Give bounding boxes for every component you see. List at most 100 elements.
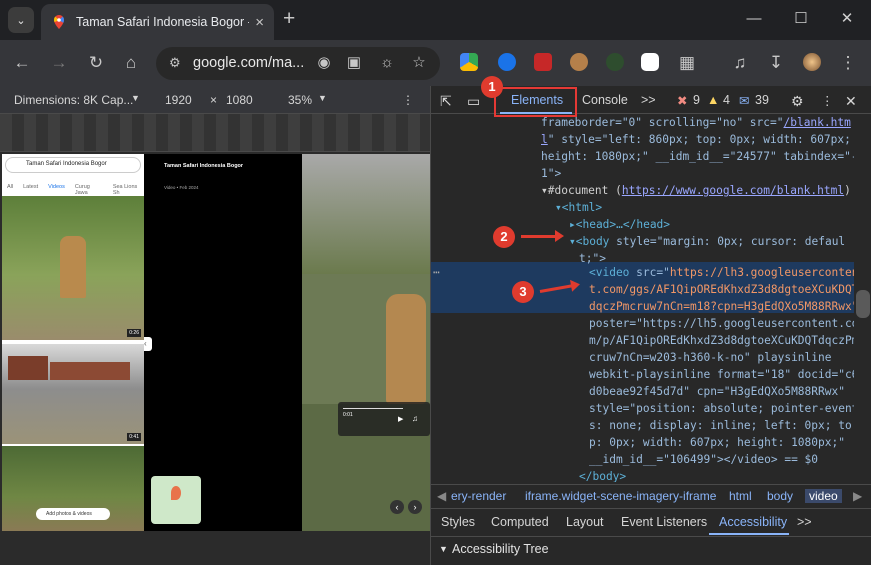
dimensions-select[interactable]: Dimensions: 8K Cap...	[14, 93, 133, 107]
new-tab-button[interactable]: +	[283, 8, 295, 30]
dom-line[interactable]: dqczPmcruw7nCn=m18?cpn=H3gEdQXo5M88RRwx"	[589, 298, 854, 315]
reload-icon[interactable]: ↻	[84, 51, 108, 75]
eye-off-icon[interactable]: ☼	[376, 53, 398, 73]
settings-gear-icon[interactable]: ⚙	[791, 93, 804, 110]
tab-console[interactable]: Console	[582, 93, 628, 107]
expand-triangle-icon[interactable]: ▼	[439, 544, 448, 554]
minimize-button[interactable]: —	[741, 8, 767, 30]
dom-line[interactable]: cruw7nCn=w203-h360-k-no" playsinline	[589, 349, 831, 366]
location-icon[interactable]: ◉	[313, 53, 335, 73]
dom-line[interactable]: " style="left: 860px; top: 0px; width: 6…	[548, 133, 851, 146]
video-controls[interactable]: 0:01 ▶ ♫	[338, 402, 430, 436]
accessibility-tree-header[interactable]: Accessibility Tree	[452, 542, 549, 556]
chip[interactable]: Latest	[23, 184, 38, 196]
extension-leaf-icon[interactable]	[606, 53, 624, 71]
dom-line[interactable]: webkit-playsinline format="18" docid="c6	[589, 366, 854, 383]
extension-mask-icon[interactable]	[641, 53, 659, 71]
breadcrumb-item[interactable]: video	[805, 489, 842, 503]
mini-map[interactable]	[151, 476, 201, 524]
extension-chrome-icon[interactable]	[498, 53, 516, 71]
install-app-icon[interactable]: ▣	[343, 53, 365, 73]
home-icon[interactable]: ⌂	[119, 51, 143, 75]
zoom-select[interactable]: 35%	[288, 93, 312, 107]
photo-thumbnail[interactable]: Add photos & videos	[2, 446, 144, 531]
photo-search-box[interactable]: Taman Safari Indonesia Bogor	[5, 157, 141, 173]
tab-styles[interactable]: Styles	[441, 515, 475, 529]
tab-computed[interactable]: Computed	[491, 515, 549, 529]
dom-link[interactable]: l	[541, 133, 548, 146]
breadcrumb-scroll-left-icon[interactable]: ◀	[437, 489, 446, 503]
dom-line[interactable]: s: none; display: inline; left: 0px; to	[589, 417, 852, 434]
breadcrumb-item[interactable]: iframe.widget-scene-imagery-iframe	[525, 489, 716, 503]
extensions-puzzle-icon[interactable]: ▦	[675, 51, 699, 75]
inspect-element-icon[interactable]: ⇱	[440, 93, 452, 110]
close-window-button[interactable]: ✕	[834, 8, 860, 30]
site-info-icon[interactable]: ⚙	[169, 54, 189, 72]
video-frame[interactable]: 0:01 ▶ ♫ ‹ ›	[302, 154, 430, 531]
extension-pdf-icon[interactable]	[534, 53, 552, 71]
next-arrow-icon[interactable]: ›	[408, 500, 422, 514]
error-count[interactable]: 9	[693, 93, 700, 107]
prev-arrow-icon[interactable]: ‹	[390, 500, 404, 514]
chip[interactable]: Sea Lions Sh	[113, 184, 144, 196]
tab-accessibility[interactable]: Accessibility	[719, 515, 787, 529]
warning-count[interactable]: 4	[723, 93, 730, 107]
more-options-icon[interactable]: ⋮	[402, 93, 414, 107]
tab-close-icon[interactable]: ×	[255, 14, 264, 31]
breadcrumb-item[interactable]: body	[767, 489, 793, 503]
address-bar[interactable]: ⚙ google.com/ma... ◉ ▣ ☼ ☆	[156, 47, 440, 80]
bookmark-star-icon[interactable]: ☆	[408, 53, 430, 73]
forward-icon[interactable]: →	[47, 51, 71, 75]
dom-line[interactable]: ▾<body	[569, 235, 609, 248]
volume-icon[interactable]: ♫	[412, 414, 418, 423]
photo-thumbnail[interactable]: 0:26	[2, 196, 144, 340]
dom-link[interactable]: /blank.htm	[783, 116, 850, 129]
chip[interactable]: Videos	[48, 184, 65, 196]
dom-line[interactable]: __idm_id__="106499"></video> == $0	[589, 451, 818, 468]
dom-line[interactable]: <video	[589, 266, 629, 279]
dom-line[interactable]: t.com/ggs/AF1QipOREdKhxdZ3d8dgtoeXCuKDQT	[589, 281, 854, 298]
browser-tab[interactable]: Taman Safari Indonesia Bogor - ×	[41, 4, 274, 40]
dom-line[interactable]: https://lh3.googleuserconten	[670, 266, 854, 279]
video-progress[interactable]	[343, 408, 403, 409]
play-icon[interactable]: ▶	[398, 415, 403, 423]
dom-line[interactable]: d0beae92f45d7d" cpn="H3gEdQXo5M88RRwx"	[589, 383, 845, 400]
dom-line[interactable]: ▾#document (	[541, 184, 622, 197]
dom-line[interactable]: style="margin: 0px; cursor: defaul	[609, 235, 845, 248]
dom-line[interactable]: frameborder="0" scrolling="no" src="	[541, 116, 783, 129]
maximize-button[interactable]: ☐	[788, 8, 814, 30]
extension-drive-icon[interactable]	[460, 53, 478, 71]
node-options-icon[interactable]: ⋯	[433, 264, 440, 281]
dom-link[interactable]: https://www.google.com/blank.html	[622, 184, 844, 197]
download-icon[interactable]: ↧	[764, 51, 788, 75]
tab-search-icon[interactable]: ⌄	[8, 7, 34, 33]
chip[interactable]: All	[7, 184, 13, 196]
photo-thumbnail[interactable]: 0:41	[2, 344, 144, 444]
tab-event-listeners[interactable]: Event Listeners	[621, 515, 707, 529]
dom-line[interactable]: ▸<head>…</head>	[569, 216, 670, 233]
message-count[interactable]: 39	[755, 93, 769, 107]
dom-line[interactable]: ▾<html>	[555, 199, 602, 216]
dom-line[interactable]: src="	[629, 266, 670, 279]
dom-line[interactable]: poster="https://lh5.googleusercontent.co	[589, 315, 854, 332]
breadcrumb-item[interactable]: html	[729, 489, 752, 503]
devtools-menu-icon[interactable]: ⋮	[821, 93, 834, 108]
profile-avatar[interactable]	[803, 53, 821, 71]
extension-cookie-icon[interactable]	[570, 53, 588, 71]
dom-line[interactable]: height: 1080px;" __idm_id__="24577" tabi…	[541, 148, 854, 165]
width-input[interactable]: 1920	[165, 93, 192, 107]
height-input[interactable]: 1080	[226, 93, 253, 107]
chevron-down-icon[interactable]: ▼	[131, 93, 140, 103]
tab-layout[interactable]: Layout	[566, 515, 604, 529]
chevron-down-icon[interactable]: ▼	[318, 93, 327, 103]
close-devtools-icon[interactable]: ✕	[845, 93, 857, 110]
add-photos-button[interactable]: Add photos & videos	[36, 508, 110, 520]
dom-line[interactable]: </body>	[579, 468, 626, 482]
dom-line[interactable]: m/p/AF1QipOREdKhxdZ3d8dgtoeXCuKDQTdqczPm	[589, 332, 854, 349]
breadcrumb-scroll-right-icon[interactable]: ▶	[853, 489, 862, 503]
more-tabs-icon[interactable]: >>	[641, 93, 656, 107]
dom-line[interactable]: p: 0px; width: 607px; height: 1080px;"	[589, 434, 845, 451]
media-control-icon[interactable]: ♫	[728, 51, 752, 75]
collapse-panel-icon[interactable]: ‹	[144, 337, 152, 351]
scrollbar-thumb[interactable]	[856, 290, 870, 318]
